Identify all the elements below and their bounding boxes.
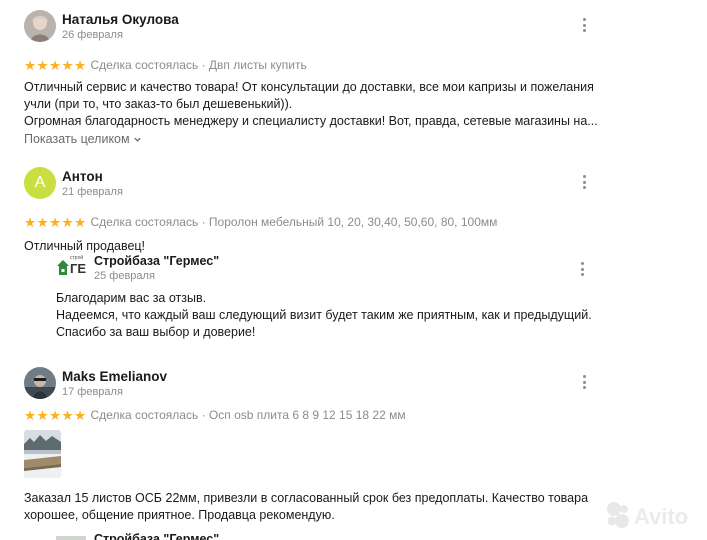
review-date: 17 февраля bbox=[62, 386, 123, 398]
reply-date: 25 февраля bbox=[94, 270, 155, 282]
avatar[interactable]: А bbox=[24, 167, 56, 199]
seller-reply-partial: Стройбаза "Гермес" bbox=[56, 532, 256, 540]
star-icon: ★ bbox=[24, 57, 37, 73]
watermark-text: Avito bbox=[634, 504, 689, 529]
reply-text-line: Спасибо за ваш выбор и доверие! bbox=[56, 325, 256, 339]
seller-logo-text: ГЕ bbox=[70, 261, 87, 276]
show-more-label[interactable]: Показать целиком bbox=[24, 132, 130, 146]
review-text: Заказал 15 листов ОСБ 22мм, привезли в с… bbox=[24, 490, 588, 524]
star-icon: ★ bbox=[36, 407, 49, 423]
star-icon: ★ bbox=[61, 57, 74, 73]
review-text-line: хорошее, общение приятное. Продавца реко… bbox=[24, 508, 335, 522]
seller-logo[interactable]: строй ГЕ bbox=[56, 255, 90, 278]
reviewer-name[interactable]: Антон bbox=[62, 169, 103, 184]
seller-name[interactable]: Стройбаза "Гермес" bbox=[94, 532, 219, 540]
reviewer-name[interactable]: Maks Emelianov bbox=[62, 369, 167, 384]
rating-line: ★ ★ ★ ★ ★ Сделка состоялась · Осп osb плита … bbox=[24, 406, 594, 424]
review-text-line: Заказал 15 листов ОСБ 22мм, привезли в с… bbox=[24, 491, 589, 505]
reply-text-line: Благодарим вас за отзыв. bbox=[56, 291, 207, 305]
deal-info: Сделка состоялась · Осп osb плита 6 8 9 … bbox=[90, 408, 406, 422]
avatar[interactable] bbox=[24, 10, 56, 42]
rating-line: ★ ★ ★ ★ ★ Сделка состоялась · Двп листы купи… bbox=[24, 56, 594, 74]
review-date: 26 февраля bbox=[62, 29, 123, 41]
star-rating: ★ ★ ★ ★ ★ bbox=[24, 407, 87, 423]
star-icon: ★ bbox=[61, 407, 74, 423]
avatar-letter: А bbox=[34, 174, 46, 191]
star-rating: ★ ★ ★ ★ ★ bbox=[24, 214, 87, 230]
chevron-down-icon bbox=[133, 137, 141, 142]
review-text-line: Отличный сервис и качество товара! От ко… bbox=[24, 80, 594, 94]
star-icon: ★ bbox=[74, 407, 87, 423]
avito-watermark: Avito bbox=[600, 496, 700, 536]
deal-info: Сделка состоялась · Поролон мебельный 10… bbox=[90, 215, 498, 229]
rating-line: ★ ★ ★ ★ ★ Сделка состоялась · Поролон мебель… bbox=[24, 213, 594, 231]
review-text-line: учли (при то, что заказ-то был дешевеньк… bbox=[24, 97, 293, 111]
star-icon: ★ bbox=[49, 214, 62, 230]
star-icon: ★ bbox=[49, 57, 62, 73]
review-card: А Антон 21 февраля ★ ★ ★ ★ ★ Сделка состояла… bbox=[24, 167, 594, 255]
more-options-icon[interactable] bbox=[576, 173, 592, 191]
review-text-line: Огромная благодарность менеджеру и специ… bbox=[24, 114, 598, 128]
show-more-link[interactable]: Показать целиком bbox=[24, 132, 594, 146]
star-icon: ★ bbox=[74, 214, 87, 230]
seller-name[interactable]: Стройбаза "Гермес" bbox=[94, 254, 219, 268]
review-text: Отличный сервис и качество товара! От ко… bbox=[24, 79, 598, 130]
more-options-icon[interactable] bbox=[576, 373, 592, 391]
avatar[interactable] bbox=[24, 367, 56, 399]
review-text-line: Отличный продавец! bbox=[24, 239, 146, 253]
more-options-icon[interactable] bbox=[574, 260, 590, 278]
more-options-icon[interactable] bbox=[576, 16, 592, 34]
deal-info: Сделка состоялась · Двп листы купить bbox=[90, 58, 307, 72]
star-icon: ★ bbox=[36, 57, 49, 73]
review-card: Maks Emelianov 17 февраля ★ ★ ★ ★ ★ Сделка с… bbox=[24, 367, 594, 424]
review-header: Наталья Окулова 26 февраля bbox=[24, 10, 594, 54]
review-text: Отличный продавец! bbox=[24, 238, 594, 255]
star-icon: ★ bbox=[36, 214, 49, 230]
star-icon: ★ bbox=[74, 57, 87, 73]
review-header: Maks Emelianov 17 февраля bbox=[24, 367, 594, 411]
star-icon: ★ bbox=[24, 407, 37, 423]
reply-text-line: Надеемся, что каждый ваш следующий визит… bbox=[56, 308, 592, 322]
reviewer-name[interactable]: Наталья Окулова bbox=[62, 12, 179, 27]
star-icon: ★ bbox=[24, 214, 37, 230]
star-icon: ★ bbox=[61, 214, 74, 230]
star-rating: ★ ★ ★ ★ ★ bbox=[24, 57, 87, 73]
review-header: А Антон 21 февраля bbox=[24, 167, 594, 211]
reply-text: Благодарим вас за отзыв. Надеемся, что к… bbox=[56, 290, 592, 341]
star-icon: ★ bbox=[49, 407, 62, 423]
review-photo[interactable] bbox=[24, 430, 61, 478]
review-card: Наталья Окулова 26 февраля ★ ★ ★ ★ ★ Сделка … bbox=[24, 10, 598, 146]
review-date: 21 февраля bbox=[62, 186, 123, 198]
